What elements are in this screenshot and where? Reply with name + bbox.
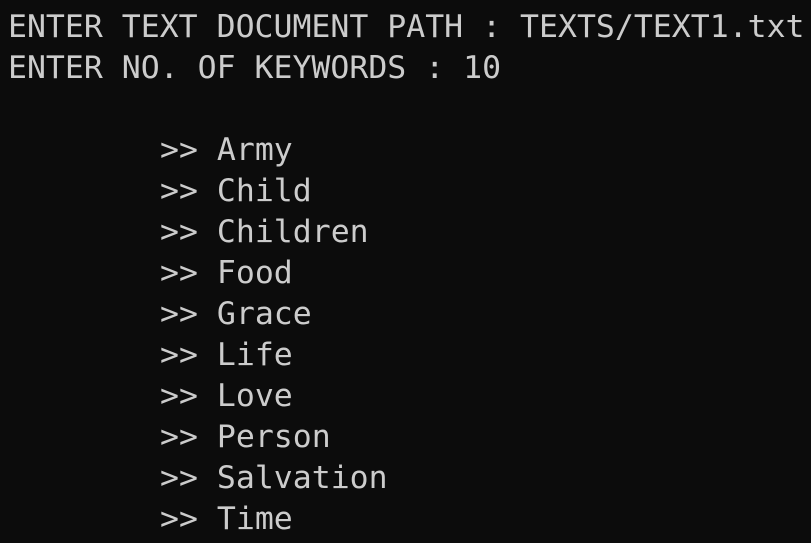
keyword-marker: >> bbox=[160, 501, 217, 537]
keyword-text: Grace bbox=[216, 296, 312, 332]
keyword-marker: >> bbox=[160, 173, 217, 209]
keyword-item: >> Love bbox=[160, 376, 293, 417]
keyword-marker: >> bbox=[160, 214, 217, 250]
keyword-marker: >> bbox=[160, 337, 217, 373]
keyword-text: Life bbox=[216, 337, 293, 373]
keyword-marker: >> bbox=[160, 460, 217, 496]
keyword-marker: >> bbox=[160, 296, 217, 332]
keyword-item: >> Child bbox=[160, 171, 312, 212]
keyword-marker: >> bbox=[160, 255, 217, 291]
keyword-item: >> Grace bbox=[160, 294, 312, 335]
keyword-text: Salvation bbox=[216, 460, 388, 496]
keyword-count-prompt: ENTER NO. OF KEYWORDS : 10 bbox=[8, 50, 502, 86]
keyword-text: Child bbox=[216, 173, 312, 209]
keyword-item: >> Army bbox=[160, 130, 293, 171]
keyword-text: Army bbox=[216, 132, 293, 168]
keyword-marker: >> bbox=[160, 132, 217, 168]
keyword-item: >> Time bbox=[160, 499, 293, 540]
keyword-marker: >> bbox=[160, 378, 217, 414]
keyword-text: Person bbox=[216, 419, 331, 455]
keyword-text: Love bbox=[216, 378, 293, 414]
keyword-marker: >> bbox=[160, 419, 217, 455]
keyword-item: >> Food bbox=[160, 253, 293, 294]
keyword-item: >> Person bbox=[160, 417, 331, 458]
keyword-text: Food bbox=[216, 255, 293, 291]
keyword-text: Time bbox=[216, 501, 293, 537]
keyword-text: Children bbox=[216, 214, 369, 250]
keyword-item: >> Salvation bbox=[160, 458, 388, 499]
keyword-item: >> Children bbox=[160, 212, 369, 253]
document-path-prompt: ENTER TEXT DOCUMENT PATH : TEXTS/TEXT1.t… bbox=[8, 9, 805, 45]
console-window[interactable]: ENTER TEXT DOCUMENT PATH : TEXTS/TEXT1.t… bbox=[0, 0, 811, 543]
keyword-item: >> Life bbox=[160, 335, 293, 376]
